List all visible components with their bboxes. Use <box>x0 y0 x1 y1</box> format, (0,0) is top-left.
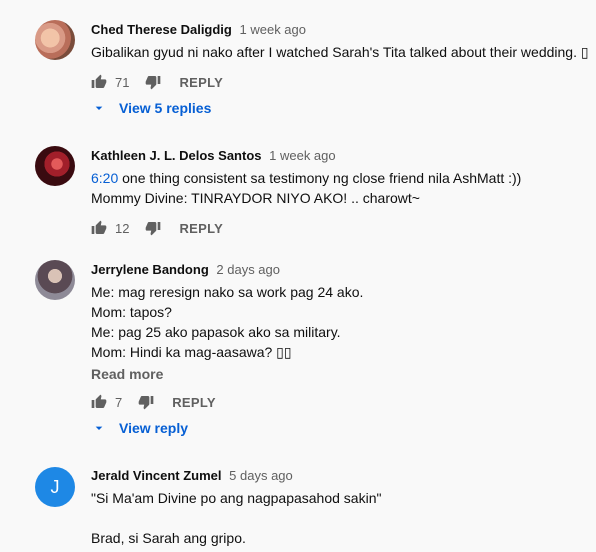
thumb-up-icon[interactable] <box>91 74 107 90</box>
author-name[interactable]: Jerrylene Bandong <box>91 262 209 277</box>
comment-text-line: 6:20 one thing consistent sa testimony n… <box>91 168 521 188</box>
comment-text-line: "Si Ma'am Divine po ang nagpapasahod sak… <box>91 490 382 506</box>
comment-text: Gibalikan gyud ni nako after I watched S… <box>91 44 589 60</box>
comment-header: Ched Therese Daligdig 1 week ago <box>91 22 306 37</box>
avatar[interactable] <box>35 20 75 60</box>
like-count: 71 <box>115 74 130 90</box>
avatar[interactable] <box>35 260 75 300</box>
comment-time[interactable]: 5 days ago <box>229 468 293 483</box>
comment-header: Kathleen J. L. Delos Santos 1 week ago <box>91 148 336 163</box>
comment-actions: 12 REPLY <box>91 216 223 240</box>
view-replies-button[interactable]: View 5 replies <box>91 100 211 116</box>
comment-actions: 7 REPLY <box>91 390 216 414</box>
comment-text-line: Me: mag reresign nako sa work pag 24 ako… <box>91 284 364 300</box>
comment-text-line: Me: pag 25 ako papasok ako sa military. <box>91 324 341 340</box>
thumb-down-icon[interactable] <box>145 74 161 90</box>
comment-text-line: Mommy Divine: TINRAYDOR NIYO AKO! .. cha… <box>91 190 420 206</box>
view-replies-button[interactable]: View reply <box>91 420 188 436</box>
comment-text: one thing consistent sa testimony ng clo… <box>118 170 522 186</box>
comment-time[interactable]: 1 week ago <box>240 22 307 37</box>
author-name[interactable]: Jerald Vincent Zumel <box>91 468 222 483</box>
like-count: 7 <box>115 394 123 410</box>
reply-button[interactable]: REPLY <box>179 221 223 236</box>
chevron-down-icon <box>95 426 103 430</box>
comment-text-line: Brad, si Sarah ang gripo. <box>91 530 246 546</box>
thumb-up-icon[interactable] <box>91 394 107 410</box>
thumb-down-icon[interactable] <box>138 394 154 410</box>
thumb-up-icon[interactable] <box>91 220 107 236</box>
author-name[interactable]: Kathleen J. L. Delos Santos <box>91 148 262 163</box>
comment-header: Jerrylene Bandong 2 days ago <box>91 262 280 277</box>
comment-text-line: Mom: Hindi ka mag-aasawa? ▯▯ <box>91 344 292 360</box>
view-replies-label: View reply <box>119 420 189 436</box>
comment-time[interactable]: 2 days ago <box>216 262 280 277</box>
reply-button[interactable]: REPLY <box>179 75 223 90</box>
comment-time[interactable]: 1 week ago <box>269 148 336 163</box>
comment-actions: 71 REPLY <box>91 70 223 94</box>
author-name[interactable]: Ched Therese Daligdig <box>91 22 232 37</box>
timestamp-link[interactable]: 6:20 <box>91 170 118 186</box>
thumb-down-icon[interactable] <box>145 220 161 236</box>
comment-header: Jerald Vincent Zumel 5 days ago <box>91 468 293 483</box>
avatar[interactable] <box>35 146 75 186</box>
view-replies-label: View 5 replies <box>119 100 212 116</box>
comment-text-line: Mom: tapos? <box>91 304 172 320</box>
avatar[interactable]: J <box>35 467 75 507</box>
reply-button[interactable]: REPLY <box>172 395 216 410</box>
read-more-button[interactable]: Read more <box>91 366 163 382</box>
like-count: 12 <box>115 220 130 236</box>
chevron-down-icon <box>95 106 103 110</box>
